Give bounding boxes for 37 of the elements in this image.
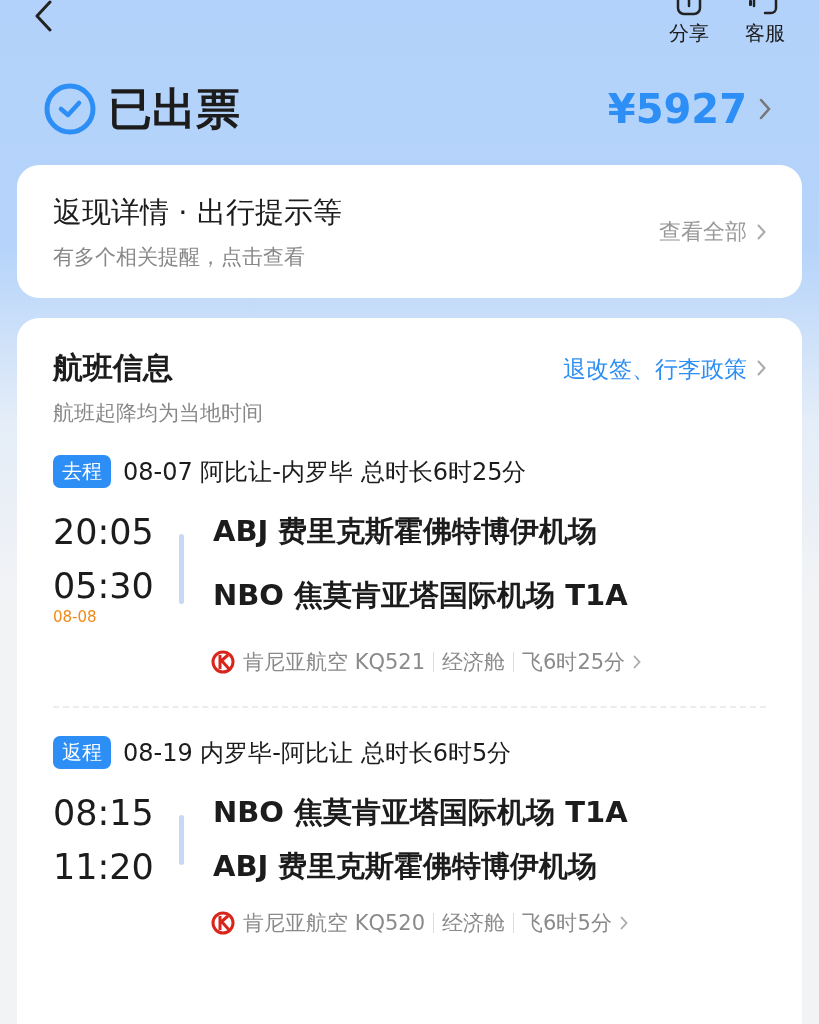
arrival-date: 08-08: [53, 608, 98, 626]
airline-logo-icon: [211, 650, 235, 674]
airline-logo-icon: [211, 911, 235, 935]
status-title: 已出票: [108, 81, 240, 136]
chevron-icon[interactable]: [759, 98, 771, 120]
notice-subtitle: 有多个相关提醒，点击查看: [53, 243, 306, 271]
chevron-icon[interactable]: [757, 360, 766, 376]
departure-time: 20:05: [53, 512, 155, 552]
check-circle-icon: [44, 83, 96, 135]
share-label[interactable]: 分享: [669, 20, 709, 47]
section-title: 航班信息: [53, 349, 174, 387]
flight-number: 肯尼亚航空 KQ520: [243, 910, 426, 937]
cabin-class: 经济舱: [442, 649, 506, 676]
chevron-icon[interactable]: [633, 655, 642, 669]
service-label[interactable]: 客服: [745, 20, 785, 47]
departure-time: 08:15: [53, 793, 155, 833]
notice-title: 返现详情 · 出行提示等: [53, 193, 343, 231]
arrival-airport: ABJ 费里克斯霍佛特博伊机场: [213, 848, 598, 885]
arrival-time: 11:20: [53, 847, 155, 887]
chevron-icon[interactable]: [757, 223, 766, 240]
departure-airport: ABJ 费里克斯霍佛特博伊机场: [213, 513, 598, 550]
departure-airport: NBO 焦莫肯亚塔国际机场 T1A: [213, 794, 628, 831]
back-icon[interactable]: [34, 0, 52, 32]
trip-tag: 返程: [53, 736, 111, 769]
cabin-class: 经济舱: [442, 910, 506, 937]
trip-tag: 去程: [53, 455, 111, 488]
flight-number: 肯尼亚航空 KQ521: [243, 649, 426, 676]
arrival-airport: NBO 焦莫肯亚塔国际机场 T1A: [213, 577, 628, 614]
section-subtitle: 航班起降均为当地时间: [53, 400, 264, 427]
flight-duration: 飞6时25分: [522, 649, 626, 676]
chevron-icon[interactable]: [619, 916, 628, 930]
trip-summary: 08-19 内罗毕-阿比让 总时长6时5分: [123, 737, 512, 769]
trip-summary: 08-07 阿比让-内罗毕 总时长6时25分: [123, 456, 527, 488]
flight-duration: 飞6时5分: [522, 910, 612, 937]
arrival-time: 05:30: [53, 566, 155, 606]
notice-card[interactable]: 返现详情 · 出行提示等 有多个相关提醒，点击查看 查看全部: [17, 165, 802, 298]
share-icon[interactable]: [675, 0, 703, 16]
